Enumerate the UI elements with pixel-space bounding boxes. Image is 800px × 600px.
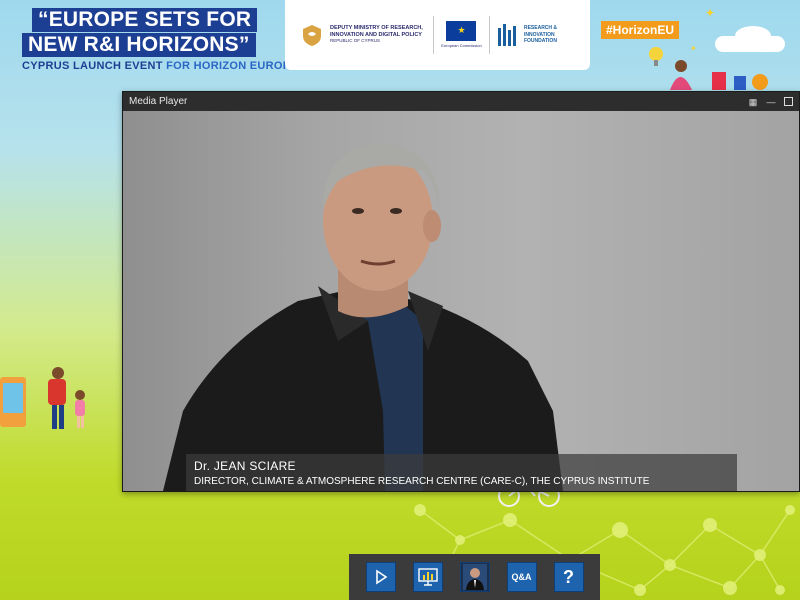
logo-divider (488, 16, 490, 54)
cyprus-emblem-icon (303, 25, 321, 46)
rif-logo: RESEARCH & INNOVATION FOUNDATION (497, 22, 576, 48)
event-subtitle-bold: CYPRUS LAUNCH EVENT (22, 60, 163, 72)
grid-view-icon[interactable]: ▦ (748, 97, 758, 107)
speaker-lower-third: Dr. JEAN SCIARE DIRECTOR, CLIMATE & ATMO… (186, 454, 737, 491)
qa-button[interactable]: Q&A (506, 562, 537, 592)
qa-label: Q&A (511, 572, 532, 582)
rif-bars-icon (497, 24, 516, 46)
help-icon: ? (563, 566, 574, 587)
ministry-logo-subtext: REPUBLIC OF CYPRUS (330, 38, 381, 44)
bottom-toolbar: Q&A ? (349, 554, 600, 600)
media-player-title: Media Player (129, 96, 188, 107)
sponsor-logo-bar: DEPUTY MINISTRY OF RESEARCH, INNOVATION … (285, 0, 590, 70)
european-commission-logo: ★ European Commission (441, 20, 482, 50)
window-controls: ▦ — (748, 97, 793, 107)
speaker-photo-icon (462, 564, 487, 590)
eu-logo-text: European Commission (441, 42, 482, 48)
people-decoration-icon (649, 47, 768, 90)
media-player-titlebar[interactable]: Media Player ▦ — (123, 92, 799, 111)
ministry-logo-text: DEPUTY MINISTRY OF RESEARCH, INNOVATION … (330, 25, 423, 38)
presentation-icon (417, 568, 438, 586)
speaker-profile-button[interactable] (459, 562, 490, 592)
play-button[interactable] (365, 562, 396, 592)
hashtag-badge: #HorizonEU (601, 21, 680, 39)
minimize-icon[interactable]: — (766, 97, 776, 107)
video-area[interactable]: Dr. JEAN SCIARE DIRECTOR, CLIMATE & ATMO… (123, 111, 799, 491)
event-subtitle-rest: FOR HORIZON EUROPE (166, 60, 299, 72)
event-subtitle: CYPRUS LAUNCH EVENT FOR HORIZON EUROPE (22, 60, 298, 72)
speaker-name: Dr. JEAN SCIARE (194, 459, 296, 473)
eu-flag-icon: ★ (446, 20, 477, 41)
presentation-button[interactable] (412, 562, 443, 592)
event-title-line-1: “EUROPE SETS FOR (32, 8, 258, 32)
people-illustration-icon (0, 367, 85, 429)
maximize-icon[interactable] (784, 97, 793, 106)
speaker-video-frame (163, 143, 563, 491)
speaker-role: DIRECTOR, CLIMATE & ATMOSPHERE RESEARCH … (194, 476, 650, 487)
star-decoration-icon: ✦ (705, 6, 716, 20)
event-title-block: “EUROPE SETS FOR NEW R&I HORIZONS” CYPRU… (22, 8, 298, 72)
rif-logo-text: RESEARCH & INNOVATION FOUNDATION (523, 25, 558, 45)
ministry-logo: DEPUTY MINISTRY OF RESEARCH, INNOVATION … (299, 22, 426, 48)
help-button[interactable]: ? (553, 562, 584, 592)
media-player-window[interactable]: Media Player ▦ — Dr. JEAN SCIARE DIRECTO… (122, 91, 800, 492)
play-icon (375, 569, 387, 585)
logo-divider (433, 16, 435, 54)
event-title-line-2: NEW R&I HORIZONS” (22, 33, 256, 57)
